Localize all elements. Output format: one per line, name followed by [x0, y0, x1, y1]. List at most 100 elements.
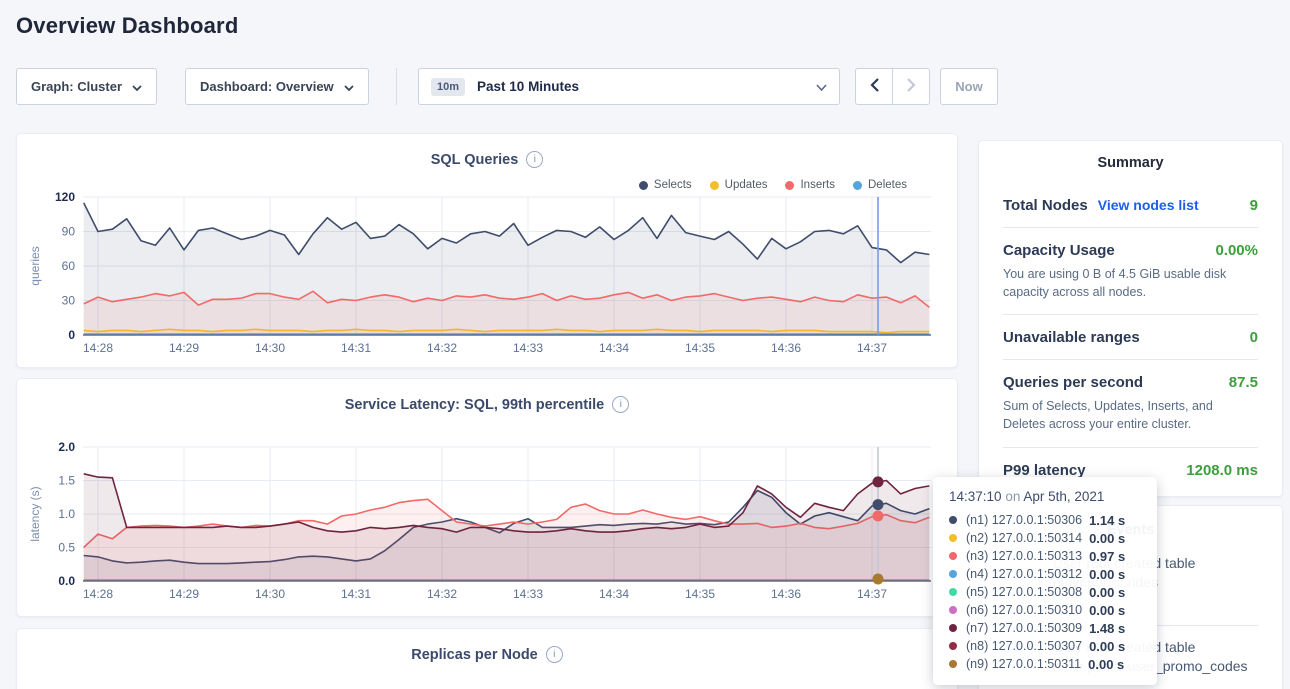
- tooltip-time: 14:37:10: [949, 489, 1002, 504]
- series-color-dot: [949, 534, 957, 542]
- svg-text:14:36: 14:36: [771, 341, 801, 355]
- view-nodes-list-link[interactable]: View nodes list: [1098, 197, 1199, 213]
- svg-text:14:35: 14:35: [685, 341, 715, 355]
- tooltip-node-label: (n2) 127.0.0.1:50314: [966, 531, 1082, 545]
- tooltip-node-row: (n7) 127.0.0.1:503091.48 s: [949, 619, 1145, 637]
- svg-text:14:31: 14:31: [341, 341, 371, 355]
- tooltip-node-row: (n6) 127.0.0.1:50310 0.00 s: [949, 601, 1145, 619]
- qps-label: Queries per second: [1003, 374, 1143, 391]
- toolbar-divider: [396, 68, 397, 105]
- tooltip-node-value: 0.00 s: [1088, 657, 1124, 672]
- svg-text:0: 0: [68, 328, 75, 342]
- tooltip-node-value: 0.00 s: [1089, 531, 1125, 546]
- tooltip-node-row: (n1) 127.0.0.1:50306 1.14 s: [949, 511, 1145, 529]
- svg-text:14:37: 14:37: [857, 341, 887, 355]
- svg-text:14:31: 14:31: [341, 587, 371, 601]
- graph-dropdown-label: Graph: Cluster: [31, 79, 122, 94]
- qps-description: Sum of Selects, Updates, Inserts, and De…: [1003, 397, 1258, 433]
- tooltip-node-label: (n9) 127.0.0.1:50311: [966, 657, 1081, 671]
- info-icon[interactable]: i: [546, 646, 563, 663]
- svg-text:14:28: 14:28: [83, 341, 113, 355]
- tooltip-node-row: (n2) 127.0.0.1:50314 0.00 s: [949, 529, 1145, 547]
- unavailable-ranges-label: Unavailable ranges: [1003, 329, 1140, 346]
- summary-heading: Summary: [1003, 155, 1258, 171]
- tooltip-node-row: (n4) 127.0.0.1:503120.00 s: [949, 565, 1145, 583]
- svg-text:90: 90: [62, 225, 76, 239]
- tooltip-node-row: (n8) 127.0.0.1:50307 0.00 s: [949, 637, 1145, 655]
- svg-text:14:30: 14:30: [255, 587, 285, 601]
- svg-text:14:37: 14:37: [857, 587, 887, 601]
- prev-time-button[interactable]: [855, 68, 893, 105]
- tooltip-node-value: 0.00 s: [1089, 567, 1125, 582]
- svg-text:120: 120: [55, 190, 75, 204]
- time-range-badge: 10m: [431, 78, 465, 96]
- service-latency-chart[interactable]: 14:2814:2914:3014:3114:3214:3314:3414:35…: [17, 379, 959, 618]
- chart-title-text: Replicas per Node: [411, 647, 538, 663]
- series-color-dot: [949, 642, 957, 650]
- time-range-label: Past 10 Minutes: [477, 79, 579, 94]
- svg-text:60: 60: [62, 259, 76, 273]
- svg-text:14:36: 14:36: [771, 587, 801, 601]
- next-time-button[interactable]: [892, 68, 930, 105]
- hover-tooltip: 14:37:10 on Apr 5th, 2021 (n1) 127.0.0.1…: [933, 477, 1157, 685]
- svg-text:14:32: 14:32: [427, 587, 457, 601]
- tooltip-node-label: (n6) 127.0.0.1:50310: [966, 603, 1082, 617]
- chevron-down-icon: [344, 79, 354, 94]
- sql-queries-chart-card: SQL Queries i SelectsUpdatesInsertsDelet…: [16, 133, 958, 368]
- time-range-selector[interactable]: 10m Past 10 Minutes: [418, 68, 840, 105]
- now-button[interactable]: Now: [940, 68, 998, 105]
- series-color-dot: [949, 552, 957, 560]
- tooltip-node-value: 0.00 s: [1089, 585, 1125, 600]
- unavailable-ranges-value: 0: [1250, 329, 1258, 346]
- series-color-dot: [949, 570, 957, 578]
- tooltip-node-row: (n5) 127.0.0.1:503080.00 s: [949, 583, 1145, 601]
- chevron-down-icon: [132, 79, 142, 94]
- tooltip-node-label: (n8) 127.0.0.1:50307: [966, 639, 1082, 653]
- svg-text:latency (s): latency (s): [28, 486, 42, 541]
- capacity-value: 0.00%: [1215, 242, 1258, 259]
- tooltip-node-label: (n3) 127.0.0.1:50313: [966, 549, 1082, 563]
- svg-text:1.0: 1.0: [58, 507, 75, 521]
- qps-value: 87.5: [1229, 374, 1258, 391]
- tooltip-node-value: 0.00 s: [1089, 603, 1125, 618]
- tooltip-node-value: 0.00 s: [1089, 639, 1125, 654]
- series-color-dot: [949, 624, 957, 632]
- tooltip-node-row: (n9) 127.0.0.1:50311 0.00 s: [949, 655, 1145, 673]
- summary-row-capacity: Capacity Usage 0.00%: [1003, 242, 1258, 259]
- dashboard-dropdown[interactable]: Dashboard: Overview: [185, 68, 369, 105]
- summary-card: Summary Total Nodes View nodes list 9 Ca…: [978, 140, 1283, 497]
- divider: [1003, 314, 1258, 315]
- svg-text:14:29: 14:29: [169, 587, 199, 601]
- capacity-label: Capacity Usage: [1003, 242, 1115, 259]
- divider: [1003, 447, 1258, 448]
- summary-row-qps: Queries per second 87.5: [1003, 374, 1258, 391]
- series-color-dot: [949, 516, 957, 524]
- divider: [1003, 359, 1258, 360]
- svg-text:0.0: 0.0: [58, 574, 75, 588]
- sql-queries-chart[interactable]: 14:2814:2914:3014:3114:3214:3314:3414:35…: [17, 134, 959, 369]
- total-nodes-value: 9: [1250, 197, 1258, 214]
- tooltip-preposition: on: [1005, 489, 1020, 504]
- divider: [1003, 227, 1258, 228]
- tooltip-node-row: (n3) 127.0.0.1:50313 0.97 s: [949, 547, 1145, 565]
- tooltip-timestamp: 14:37:10 on Apr 5th, 2021: [949, 489, 1145, 504]
- tooltip-node-value: 1.14 s: [1089, 513, 1125, 528]
- tooltip-node-label: (n7) 127.0.0.1:50309: [966, 621, 1082, 635]
- chart-title: Replicas per Node i: [17, 646, 957, 663]
- series-color-dot: [949, 660, 957, 668]
- tooltip-node-label: (n1) 127.0.0.1:50306: [966, 513, 1082, 527]
- chevron-right-icon: [907, 78, 916, 95]
- total-nodes-label: Total Nodes: [1003, 197, 1088, 214]
- page-title: Overview Dashboard: [16, 13, 238, 39]
- tooltip-node-value: 0.97 s: [1089, 549, 1125, 564]
- graph-dropdown[interactable]: Graph: Cluster: [16, 68, 157, 105]
- replicas-per-node-chart-card: Replicas per Node i: [16, 628, 958, 689]
- series-color-dot: [949, 606, 957, 614]
- svg-text:1.5: 1.5: [58, 474, 75, 488]
- svg-text:14:35: 14:35: [685, 587, 715, 601]
- svg-text:14:34: 14:34: [599, 341, 629, 355]
- summary-row-unavailable-ranges: Unavailable ranges 0: [1003, 329, 1258, 346]
- dashboard-dropdown-label: Dashboard: Overview: [200, 79, 334, 94]
- svg-text:14:28: 14:28: [83, 587, 113, 601]
- svg-text:14:34: 14:34: [599, 587, 629, 601]
